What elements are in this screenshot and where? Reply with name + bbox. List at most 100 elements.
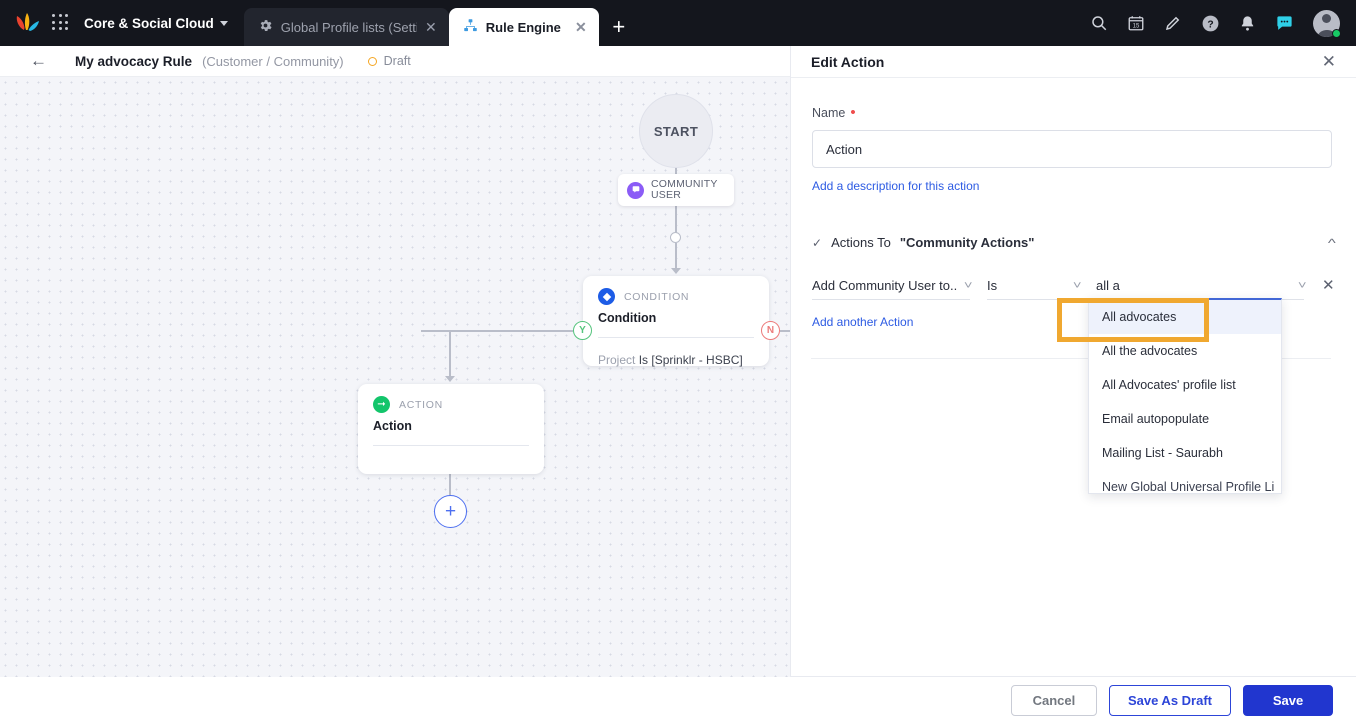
workspace-label: Core & Social Cloud	[84, 15, 214, 31]
name-label-text: Name	[812, 106, 846, 120]
condition-rule-field: Project	[598, 353, 636, 367]
edge-condition-yes	[421, 330, 573, 332]
dropdown-option-label: All the advocates	[1102, 344, 1198, 358]
start-label: START	[653, 123, 699, 139]
tab-label: Rule Engine	[485, 19, 561, 35]
close-icon[interactable]: ✕	[575, 20, 587, 34]
start-node[interactable]: START	[639, 94, 713, 168]
add-node-button[interactable]: +	[434, 495, 467, 528]
tab-global-profile-lists[interactable]: Global Profile lists (Setti ✕	[243, 8, 449, 46]
trigger-chip-community-user[interactable]: COMMUNITY USER	[618, 174, 734, 206]
panel-title: Edit Action	[811, 53, 885, 70]
action-type-select[interactable]: Add Community User to... ˅	[812, 272, 973, 300]
dropdown-option-label: Mailing List - Saurabh	[1102, 446, 1223, 460]
pencil-icon[interactable]	[1164, 14, 1182, 32]
hierarchy-icon	[463, 18, 478, 36]
back-arrow-icon[interactable]: ←	[30, 51, 47, 71]
condition-rule-expression: Is [Sprinklr - HSBC]	[638, 353, 743, 367]
chevron-up-icon[interactable]: ^	[1328, 236, 1336, 250]
help-icon[interactable]: ?	[1201, 14, 1220, 33]
condition-icon	[598, 288, 615, 305]
action-kind-label: ACTION	[399, 398, 443, 411]
dropdown-option-1[interactable]: All the advocates	[1089, 334, 1281, 368]
gear-icon	[258, 18, 273, 36]
rule-subheader: ← My advocacy Rule (Customer / Community…	[0, 46, 790, 77]
status-badge: Draft	[367, 54, 411, 68]
plus-icon: +	[612, 14, 626, 39]
name-field-label: Name •	[812, 104, 1335, 121]
trigger-chip-label: COMMUNITY USER	[651, 177, 718, 201]
flow-joint-node[interactable]	[670, 232, 681, 243]
save-button[interactable]: Save	[1243, 685, 1333, 716]
arrow-down-icon	[671, 268, 681, 274]
add-another-action-link[interactable]: Add another Action	[812, 315, 913, 329]
save-as-draft-button[interactable]: Save As Draft	[1108, 685, 1231, 716]
topbar-left: Core & Social Cloud	[0, 0, 244, 46]
topbar-right: 15 ?	[1090, 0, 1356, 46]
action-node-header: ➞ ACTION	[373, 396, 529, 413]
calendar-icon[interactable]: 15	[1127, 14, 1145, 32]
sprinklr-logo[interactable]	[14, 12, 40, 34]
rule-flow-canvas[interactable]: START COMMUNITY USER CONDITION Condition…	[0, 77, 790, 677]
app-grid-icon[interactable]	[52, 14, 70, 32]
dropdown-option-label: All advocates	[1102, 310, 1177, 324]
chevron-down-icon: ˅	[1297, 279, 1307, 292]
close-icon[interactable]: ✕	[1322, 53, 1336, 70]
online-status-dot	[1332, 28, 1341, 38]
action-node[interactable]: ➞ ACTION Action	[358, 384, 544, 474]
value-select-dropdown[interactable]: All advocates All the advocates All Advo…	[1088, 298, 1282, 494]
required-indicator: •	[850, 104, 856, 121]
rule-scope-label: (Customer / Community)	[202, 53, 344, 69]
panel-footer: Cancel Save As Draft Save	[790, 676, 1356, 724]
tab-rule-engine[interactable]: Rule Engine ✕	[448, 8, 599, 46]
workspace-switcher[interactable]: Core & Social Cloud	[84, 16, 228, 31]
operator-select[interactable]: Is ˅	[987, 272, 1082, 300]
svg-text:?: ?	[1207, 19, 1213, 30]
dropdown-option-5[interactable]: New Global Universal Profile Li	[1089, 470, 1281, 493]
dropdown-option-2[interactable]: All Advocates' profile list	[1089, 368, 1281, 402]
action-arrow-icon: ➞	[373, 396, 390, 413]
action-divider	[373, 445, 529, 446]
actions-section-target: "Community Actions"	[899, 235, 1035, 250]
condition-node[interactable]: CONDITION Condition Project Is [Sprinklr…	[583, 276, 769, 367]
dropdown-option-label: All Advocates' profile list	[1102, 378, 1236, 392]
dropdown-option-3[interactable]: Email autopopulate	[1089, 402, 1281, 436]
status-ring-icon	[367, 56, 377, 66]
add-description-link[interactable]: Add a description for this action	[812, 179, 979, 193]
chevron-down-icon: ˅	[1072, 279, 1082, 292]
condition-rule-text: Project Is [Sprinklr - HSBC]	[598, 353, 754, 367]
community-user-icon	[627, 181, 644, 199]
actions-section-header[interactable]: ✓ Actions To "Community Actions" ^	[812, 235, 1336, 250]
new-tab-button[interactable]: +	[599, 8, 639, 46]
tab-label: Global Profile lists (Setti	[280, 19, 418, 35]
avatar-wrapper[interactable]	[1313, 9, 1341, 38]
yes-label: Y	[579, 325, 586, 336]
value-select-value: all a	[1096, 278, 1120, 293]
chevron-down-icon: ˅	[963, 279, 973, 292]
cancel-button[interactable]: Cancel	[1010, 685, 1097, 716]
condition-yes-badge[interactable]: Y	[573, 321, 592, 340]
action-type-value: Add Community User to...	[812, 278, 958, 293]
value-select[interactable]: all a ˅	[1096, 272, 1307, 300]
page-title: My advocacy Rule	[75, 53, 193, 69]
search-icon[interactable]	[1090, 14, 1108, 32]
top-navigation-bar: Core & Social Cloud Global Profile lists…	[0, 0, 1356, 46]
svg-text:15: 15	[1133, 24, 1140, 30]
edge-condition-no	[780, 330, 790, 332]
close-icon[interactable]: ✕	[425, 20, 437, 34]
chat-icon[interactable]	[1275, 14, 1294, 33]
action-node-title: Action	[373, 419, 412, 433]
dropdown-option-0[interactable]: All advocates	[1089, 300, 1281, 334]
bell-icon[interactable]	[1239, 15, 1256, 32]
dropdown-option-4[interactable]: Mailing List - Saurabh	[1089, 436, 1281, 470]
remove-action-row-button[interactable]: ✕	[1322, 272, 1335, 300]
no-label: N	[766, 325, 775, 336]
condition-kind-label: CONDITION	[624, 290, 690, 303]
condition-no-badge[interactable]: N	[761, 321, 780, 340]
arrow-down-icon-2	[445, 376, 455, 382]
action-row: Add Community User to... ˅ Is ˅ all a ˅ …	[812, 272, 1335, 300]
condition-node-title: Condition	[598, 311, 657, 325]
condition-divider	[598, 337, 754, 338]
name-input[interactable]	[812, 130, 1332, 168]
dropdown-option-label: Email autopopulate	[1102, 412, 1210, 426]
